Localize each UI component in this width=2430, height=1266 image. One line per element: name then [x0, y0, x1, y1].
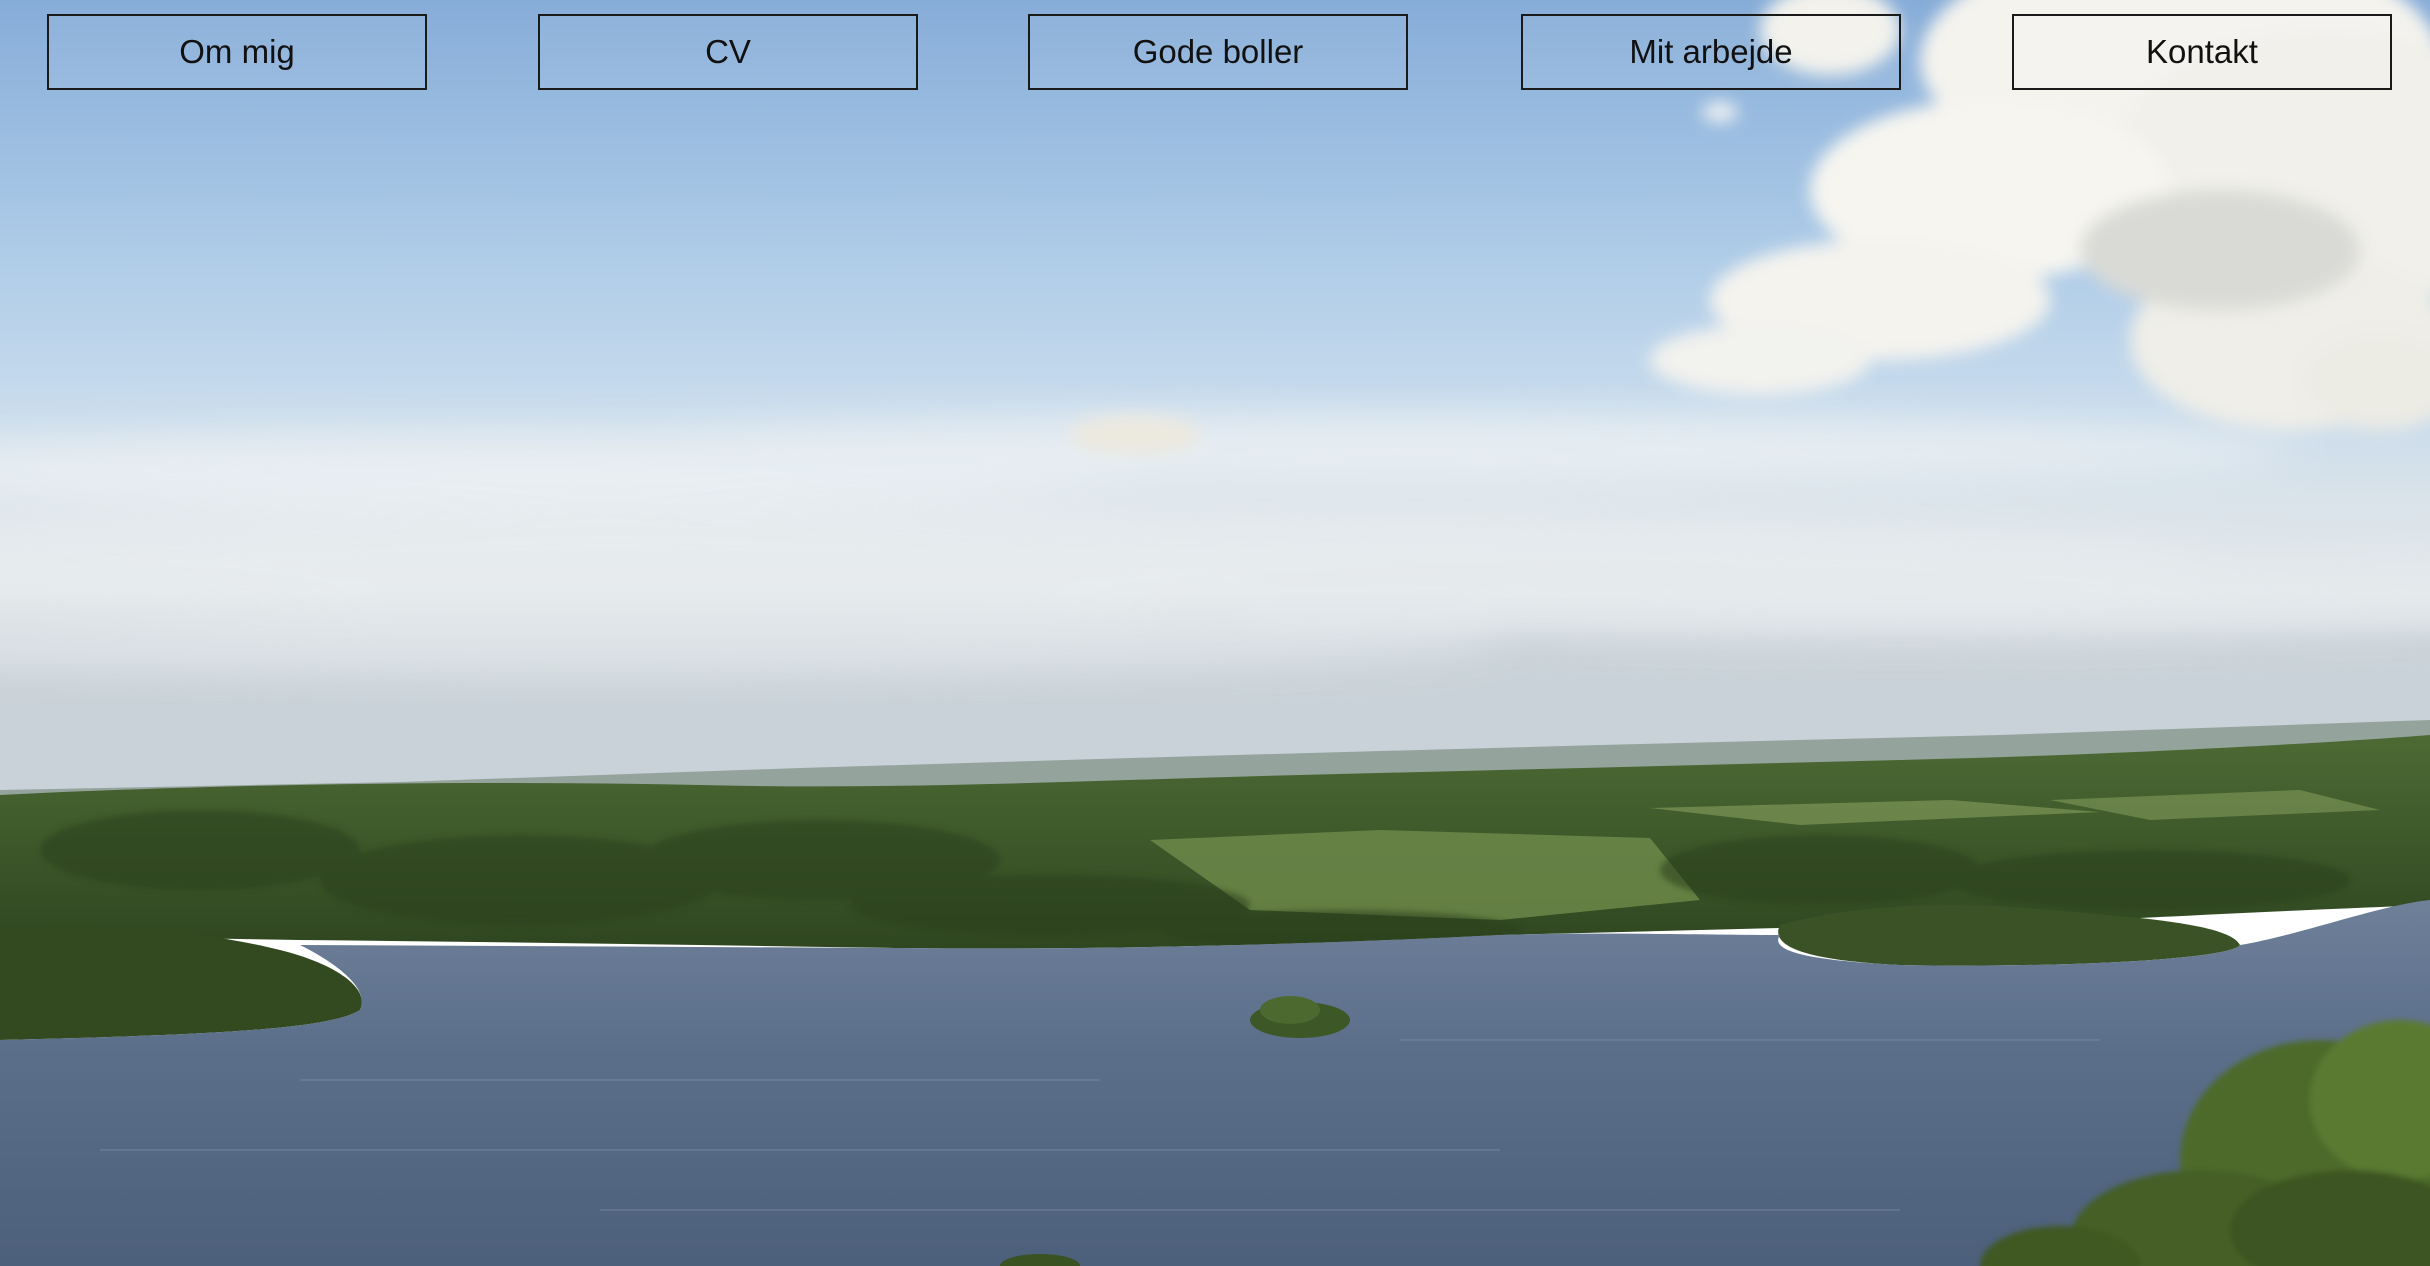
nav-button-label: CV	[705, 33, 751, 70]
nav-button-cv[interactable]: CV	[538, 14, 918, 90]
nav-button-gode-boller[interactable]: Gode boller	[1028, 14, 1408, 90]
nav-button-label: Gode boller	[1132, 33, 1304, 70]
page: Om mig CV Gode boller Mit arbejde Kontak…	[0, 0, 2430, 1266]
main-navigation: Om mig CV Gode boller Mit arbejde Kontak…	[0, 0, 2430, 100]
nav-button-om-mig[interactable]: Om mig	[47, 14, 427, 90]
nav-button-label: Om mig	[179, 33, 295, 70]
nav-button-kontakt[interactable]: Kontakt	[2012, 14, 2392, 90]
nav-button-label: Kontakt	[2146, 33, 2258, 70]
nav-button-mit-arbejde[interactable]: Mit arbejde	[1521, 14, 1901, 90]
landscape-background-image	[0, 0, 2430, 1266]
nav-button-label: Mit arbejde	[1629, 33, 1793, 70]
